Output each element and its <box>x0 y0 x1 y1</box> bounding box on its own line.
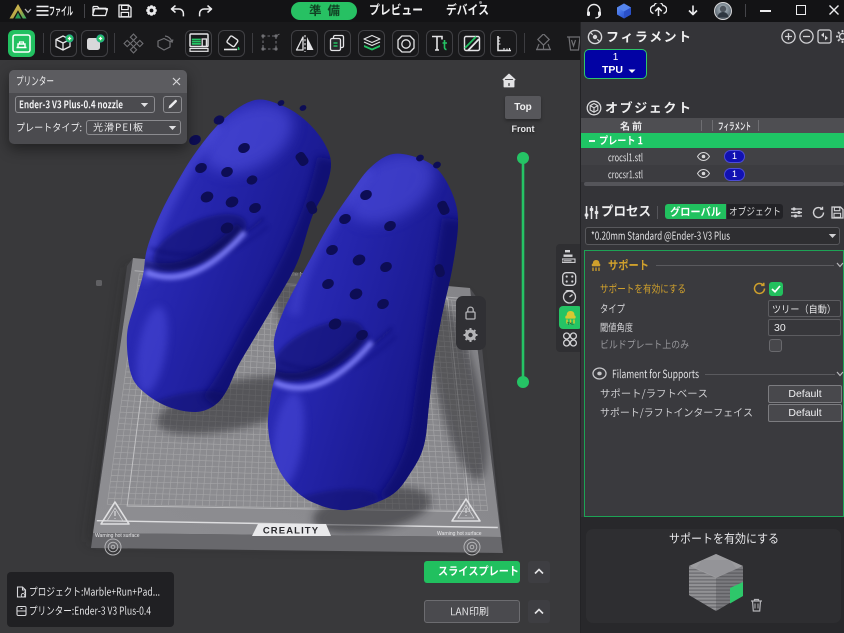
svg-text:Warning hot surface: Warning hot surface <box>437 531 482 537</box>
svg-text:Warning hot surface: Warning hot surface <box>95 533 140 539</box>
svg-text:CREALITY: CREALITY <box>263 526 319 537</box>
svg-text:T•L: T•L <box>567 321 574 326</box>
